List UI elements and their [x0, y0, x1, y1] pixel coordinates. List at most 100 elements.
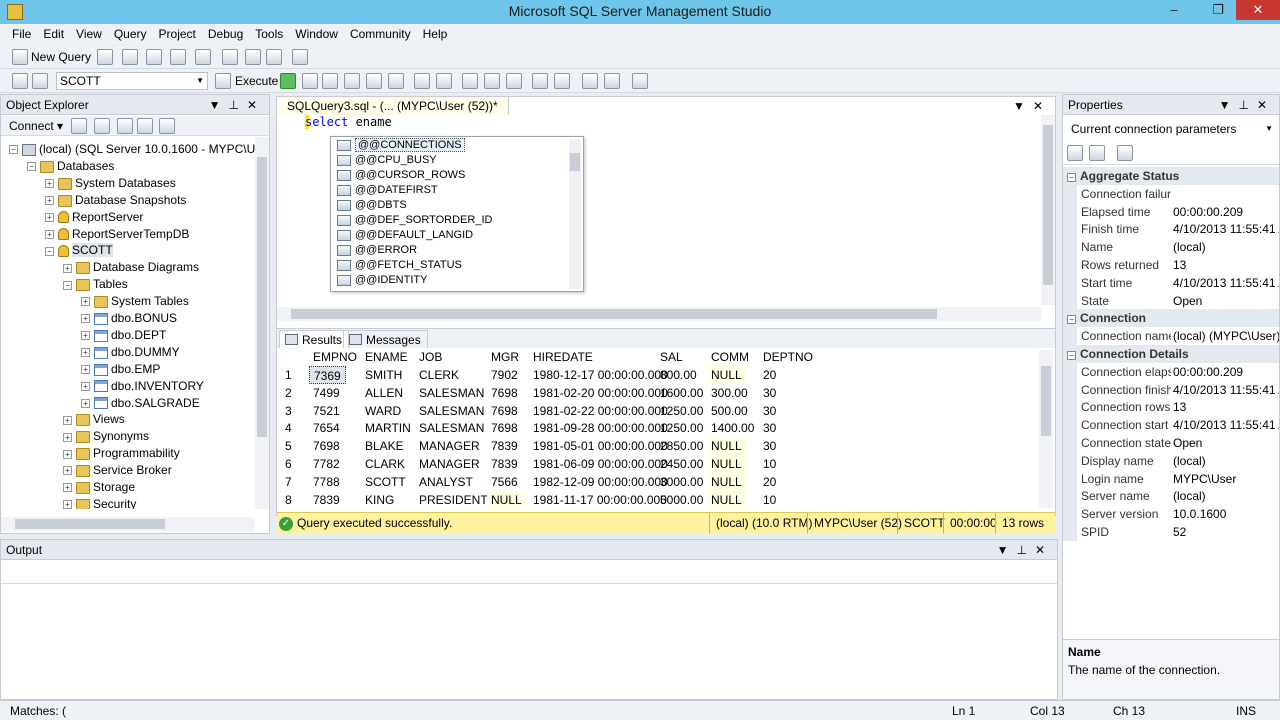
row-number[interactable]: 3 — [277, 402, 307, 420]
refresh-icon[interactable] — [159, 118, 175, 134]
expand-icon[interactable]: + — [81, 314, 90, 324]
collapse-icon[interactable]: − — [27, 162, 36, 172]
grid-cell[interactable]: 2450.00 — [656, 455, 707, 473]
expand-icon[interactable]: + — [81, 365, 90, 375]
grid-cell[interactable]: 1250.00 — [656, 419, 707, 437]
properties-object-select[interactable]: Current connection parameters ▼ — [1065, 119, 1277, 139]
tab-dropdown-icon[interactable]: ▼ — [1013, 99, 1033, 113]
grid-cell[interactable]: NULL — [707, 490, 746, 509]
minimize-button[interactable]: – — [1160, 0, 1188, 20]
property-row[interactable]: State Open — [1063, 292, 1279, 310]
expand-icon[interactable]: + — [63, 432, 72, 442]
grid-cell[interactable]: 2850.00 — [656, 437, 707, 455]
property-category[interactable]: − Aggregate Status — [1063, 167, 1279, 185]
grid-cell[interactable]: SALESMAN — [415, 384, 488, 402]
tree-node[interactable]: − SCOTT — [45, 242, 113, 259]
property-row[interactable]: Server name (local) — [1063, 487, 1279, 505]
object-explorer-vscroll[interactable] — [255, 137, 269, 509]
tree-node[interactable]: + Synonyms — [63, 428, 149, 445]
tree-node[interactable]: − Databases — [27, 158, 114, 175]
grid-cell[interactable]: 1400.00 — [707, 419, 758, 437]
tree-node[interactable]: − Tables — [63, 276, 128, 293]
props-dropdown-icon[interactable]: ▼ — [1219, 98, 1239, 112]
connect-icon[interactable] — [12, 73, 28, 89]
collapse-icon[interactable]: − — [45, 246, 54, 256]
expand-icon[interactable]: + — [81, 398, 90, 408]
grid-cell[interactable]: NULL — [707, 437, 746, 456]
expand-icon[interactable]: + — [81, 297, 90, 307]
collapse-icon[interactable]: − — [63, 280, 72, 290]
expand-icon[interactable]: + — [63, 263, 72, 273]
tree-node[interactable]: + ReportServerTempDB — [45, 226, 189, 243]
save-all-icon[interactable] — [266, 49, 282, 65]
grid-cell[interactable]: 7698 — [487, 419, 522, 437]
tree-node[interactable]: + Programmability — [63, 445, 180, 462]
db-engine-query-icon[interactable] — [97, 49, 113, 65]
grid-cell[interactable]: 7521 — [309, 402, 344, 420]
property-category[interactable]: − Connection Details — [1063, 345, 1279, 363]
grid-cell[interactable]: NULL — [707, 366, 746, 384]
grid-cell[interactable]: 7698 — [487, 384, 522, 402]
output-dropdown-icon[interactable]: ▼ — [997, 543, 1017, 557]
expand-icon[interactable]: + — [45, 179, 54, 189]
row-number[interactable]: 4 — [277, 419, 307, 437]
tab-results[interactable]: Results — [279, 330, 350, 349]
grid-cell[interactable]: 10 — [759, 491, 780, 509]
column-header[interactable]: MGR — [491, 348, 519, 366]
tree-node[interactable]: + Database Snapshots — [45, 192, 186, 209]
tree-node[interactable]: + Service Broker — [63, 462, 172, 479]
grid-cell[interactable]: NULL — [707, 472, 746, 491]
property-row[interactable]: Connection failur — [1063, 185, 1279, 203]
tree-node[interactable]: + dbo.BONUS — [81, 310, 177, 327]
grid-cell[interactable]: WARD — [361, 402, 405, 420]
props-pin-icon[interactable]: ⊥ — [1238, 98, 1256, 112]
grid-cell[interactable]: 1981-11-17 00:00:00.000 — [529, 491, 671, 509]
grid-cell[interactable]: PRESIDENT — [415, 491, 492, 509]
grid-cell[interactable]: SALESMAN — [415, 419, 488, 437]
tree-node[interactable]: + dbo.DEPT — [81, 327, 166, 344]
grid-cell[interactable]: SCOTT — [361, 473, 410, 491]
editor-hscroll[interactable] — [277, 307, 1041, 321]
display-plan-icon[interactable] — [344, 73, 360, 89]
property-row[interactable]: SPID 52 — [1063, 523, 1279, 541]
menu-view[interactable]: View — [70, 24, 108, 44]
column-header[interactable]: DEPTNO — [763, 348, 814, 366]
grid-cell[interactable]: SMITH — [361, 366, 406, 384]
grid-cell[interactable]: BLAKE — [361, 437, 408, 455]
property-row[interactable]: Finish time 4/10/2013 11:55:41 AM — [1063, 220, 1279, 238]
intellisense-item[interactable]: @@ERROR — [337, 243, 417, 258]
new-query-button[interactable]: New Query — [31, 50, 91, 64]
intellisense-icon[interactable] — [388, 73, 404, 89]
grid-cell[interactable]: 1981-02-20 00:00:00.000 — [529, 384, 672, 402]
grid-cell[interactable]: 1981-06-09 00:00:00.000 — [529, 455, 672, 473]
results-text-icon[interactable] — [462, 73, 478, 89]
grid-cell[interactable]: 7839 — [487, 437, 522, 455]
menu-edit[interactable]: Edit — [37, 24, 70, 44]
collapse-icon[interactable]: − — [1067, 173, 1076, 182]
output-pin-icon[interactable]: ⊥ — [1016, 543, 1034, 557]
row-number[interactable]: 2 — [277, 384, 307, 402]
pin-icon[interactable]: ⊥ — [228, 98, 246, 112]
property-pages-icon[interactable] — [1117, 145, 1133, 161]
tree-node[interactable]: + Storage — [63, 479, 135, 496]
row-number[interactable]: 5 — [277, 437, 307, 455]
row-number[interactable]: 8 — [277, 491, 307, 509]
grid-cell[interactable]: MANAGER — [415, 455, 484, 473]
save-icon[interactable] — [245, 49, 261, 65]
menu-query[interactable]: Query — [108, 24, 153, 44]
menu-window[interactable]: Window — [289, 24, 344, 44]
column-header[interactable]: JOB — [419, 348, 443, 366]
property-category[interactable]: − Connection — [1063, 309, 1279, 328]
expand-icon[interactable]: + — [45, 212, 54, 222]
grid-cell[interactable]: ANALYST — [415, 473, 477, 491]
property-row[interactable]: Connection state Open — [1063, 434, 1279, 452]
grid-cell[interactable]: KING — [361, 491, 398, 509]
grid-cell[interactable]: 3000.00 — [656, 473, 707, 491]
tree-node[interactable]: + dbo.SALGRADE — [81, 395, 200, 412]
tree-node[interactable]: + System Databases — [45, 175, 176, 192]
tab-sqlquery3[interactable]: SQLQuery3.sql - (... (MYPC\User (52))* — [277, 97, 509, 115]
intellisense-item[interactable]: @@IDENTITY — [337, 273, 427, 288]
grid-cell[interactable]: 7654 — [309, 419, 344, 437]
grid-cell[interactable]: ALLEN — [361, 384, 407, 402]
close-icon[interactable]: ✕ — [247, 98, 265, 112]
